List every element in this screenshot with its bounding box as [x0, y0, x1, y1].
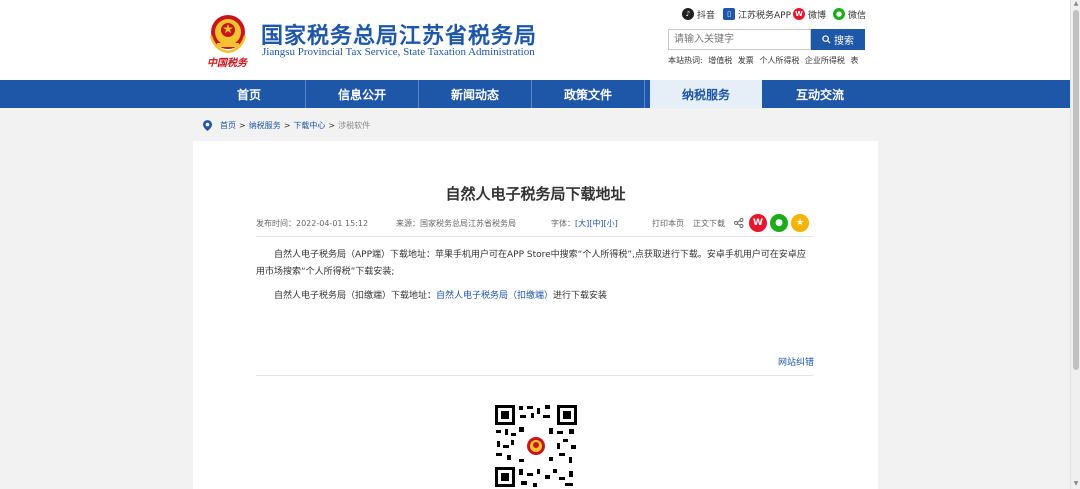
search-button[interactable]: 搜索: [811, 29, 865, 50]
page-scrollbar[interactable]: ▲ ▼: [1070, 0, 1080, 489]
site-header: 中国税务 国家税务总局江苏省税务局 Jiangsu Provincial Tax…: [0, 0, 1070, 80]
china-tax-calligraphy: 中国税务: [207, 58, 247, 69]
article-source: 来源：国家税务总局江苏省税务局: [396, 219, 516, 228]
nav-item-interaction[interactable]: 互动交流: [764, 80, 876, 108]
weibo-link[interactable]: W 微博: [793, 7, 826, 21]
breadcrumb-current: 涉税软件: [338, 120, 371, 130]
wechat-link[interactable]: ● 微信: [833, 7, 866, 21]
font-size-control: 字体：[大][中][小]: [551, 219, 618, 228]
article-title: 自然人电子税务局下载地址: [445, 185, 626, 203]
douyin-link[interactable]: ♪ 抖音: [682, 7, 715, 21]
article-card: 自然人电子税务局下载地址 发布时间：2022-04-01 15:12 来源：国家…: [193, 141, 878, 489]
scroll-up-icon[interactable]: ▲: [1073, 1, 1079, 7]
breadcrumb-home[interactable]: 首页: [220, 120, 236, 131]
qr-code-icon: [493, 403, 579, 489]
font-small-button[interactable]: 小: [607, 219, 615, 228]
nav-item-info-disclosure[interactable]: 信息公开: [306, 80, 418, 108]
main-nav: 首页 信息公开 新闻动态 政策文件 纳税服务 互动交流: [0, 80, 1070, 108]
share-weibo-icon[interactable]: W: [749, 214, 767, 232]
article-paragraph: 自然人电子税务局（APP端）下载地址：苹果手机用户可在APP Store中搜索“…: [256, 250, 806, 277]
hot-word-link[interactable]: 企业所得税: [805, 56, 845, 65]
print-button[interactable]: 打印本页: [652, 218, 684, 229]
nav-item-home[interactable]: 首页: [193, 80, 305, 108]
download-text-button[interactable]: 正文下载: [693, 218, 725, 229]
site-correction-link[interactable]: 网站纠错: [778, 355, 814, 368]
hot-words: 本站热词: 增值税 发票 个人所得税 企业所得税 表: [668, 56, 859, 65]
search-icon: [822, 35, 831, 44]
favorite-star-icon[interactable]: ★: [791, 214, 809, 232]
breadcrumb: 首页 > 纳税服务 > 下载中心 > 涉税软件: [203, 119, 370, 131]
location-pin-icon: [203, 119, 212, 131]
scroll-down-icon[interactable]: ▼: [1073, 481, 1079, 487]
font-large-button[interactable]: 大: [578, 219, 586, 228]
share-wechat-icon[interactable]: ●: [770, 214, 788, 232]
app-icon: ▯: [723, 8, 735, 20]
hot-word-link[interactable]: 增值税: [708, 56, 732, 65]
nav-item-policy[interactable]: 政策文件: [532, 80, 644, 108]
breadcrumb-download-center[interactable]: 下载中心: [293, 120, 325, 131]
wechat-icon: ●: [833, 8, 845, 20]
nav-item-tax-service[interactable]: 纳税服务: [650, 80, 762, 108]
content-divider: [256, 375, 813, 376]
article-paragraph: 自然人电子税务局（扣缴端）下载地址：自然人电子税务局（扣缴端）进行下载安装: [274, 291, 608, 301]
nav-item-news[interactable]: 新闻动态: [419, 80, 531, 108]
nav-divider: [644, 80, 645, 108]
tax-emblem-icon[interactable]: [205, 10, 251, 56]
site-subtitle: Jiangsu Provincial Tax Service, State Ta…: [262, 46, 535, 58]
hot-word-link[interactable]: 个人所得税: [759, 56, 799, 65]
publish-time: 发布时间：2022-04-01 15:12: [256, 219, 369, 228]
search-input[interactable]: [668, 29, 811, 50]
douyin-icon: ♪: [682, 8, 694, 20]
hot-word-link[interactable]: 发票: [738, 56, 754, 65]
hot-word-link[interactable]: 表: [850, 56, 858, 65]
weibo-icon: W: [793, 8, 805, 20]
withholding-client-link[interactable]: 自然人电子税务局（扣缴端）: [436, 291, 553, 301]
app-link[interactable]: ▯ 江苏税务APP: [723, 7, 791, 21]
breadcrumb-tax-service[interactable]: 纳税服务: [249, 120, 281, 131]
scroll-thumb[interactable]: [1073, 10, 1079, 370]
meta-divider: [256, 236, 813, 237]
share-icon[interactable]: [734, 218, 744, 228]
